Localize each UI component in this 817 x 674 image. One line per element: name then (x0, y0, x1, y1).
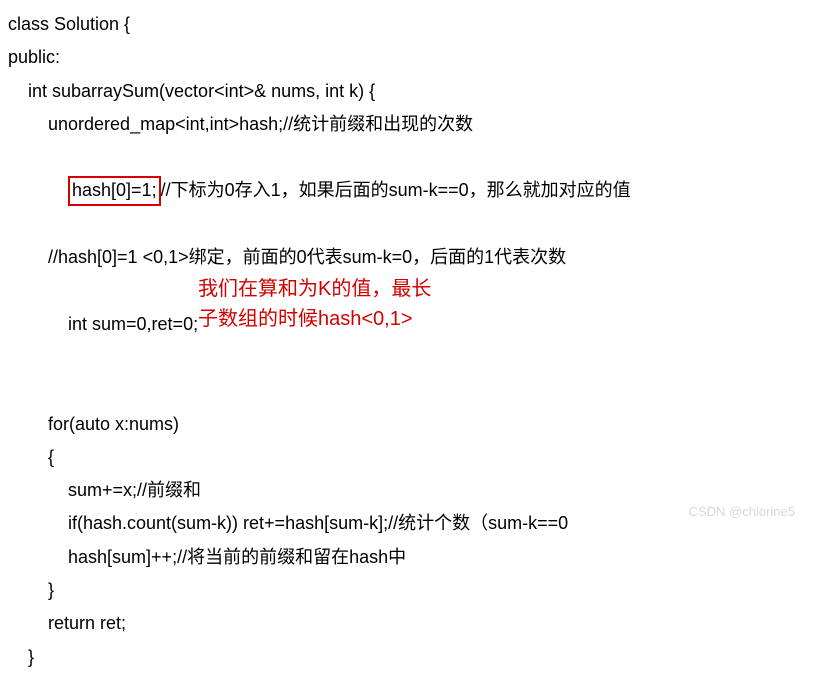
code-line: //hash[0]=1 <0,1>绑定，前面的0代表sum-k=0，后面的1代表… (8, 241, 809, 274)
annotation-text: 我们在算和为K的值，最长 子数组的时候hash<0,1> (198, 274, 598, 334)
code-line: unordered_map<int,int>hash;//统计前缀和出现的次数 (8, 108, 809, 141)
code-line: public: (8, 41, 809, 74)
code-line: int subarraySum(vector<int>& nums, int k… (8, 75, 809, 108)
code-text: int sum=0,ret=0; (68, 314, 198, 334)
code-line: } (8, 574, 809, 607)
code-line: return ret; (8, 607, 809, 640)
watermark: CSDN @chlorine5 (689, 500, 795, 524)
code-line: hash[0]=1;//下标为0存入1，如果后面的sum-k==0，那么就加对应… (8, 141, 809, 241)
code-line: int sum=0,ret=0; 我们在算和为K的值，最长 子数组的时候hash… (8, 274, 809, 407)
code-line: } (8, 641, 809, 674)
code-line: for(auto x:nums) (8, 408, 809, 441)
annotation-line: 子数组的时候hash<0,1> (198, 304, 598, 334)
code-line: { (8, 441, 809, 474)
annotation-line: 我们在算和为K的值，最长 (198, 274, 598, 304)
code-comment: //下标为0存入1，如果后面的sum-k==0，那么就加对应的值 (161, 180, 631, 200)
code-line: hash[sum]++;//将当前的前缀和留在hash中 (8, 541, 809, 574)
code-document: class Solution { public: int subarraySum… (8, 8, 809, 532)
highlight-box: hash[0]=1; (68, 176, 161, 205)
code-line: class Solution { (8, 8, 809, 41)
